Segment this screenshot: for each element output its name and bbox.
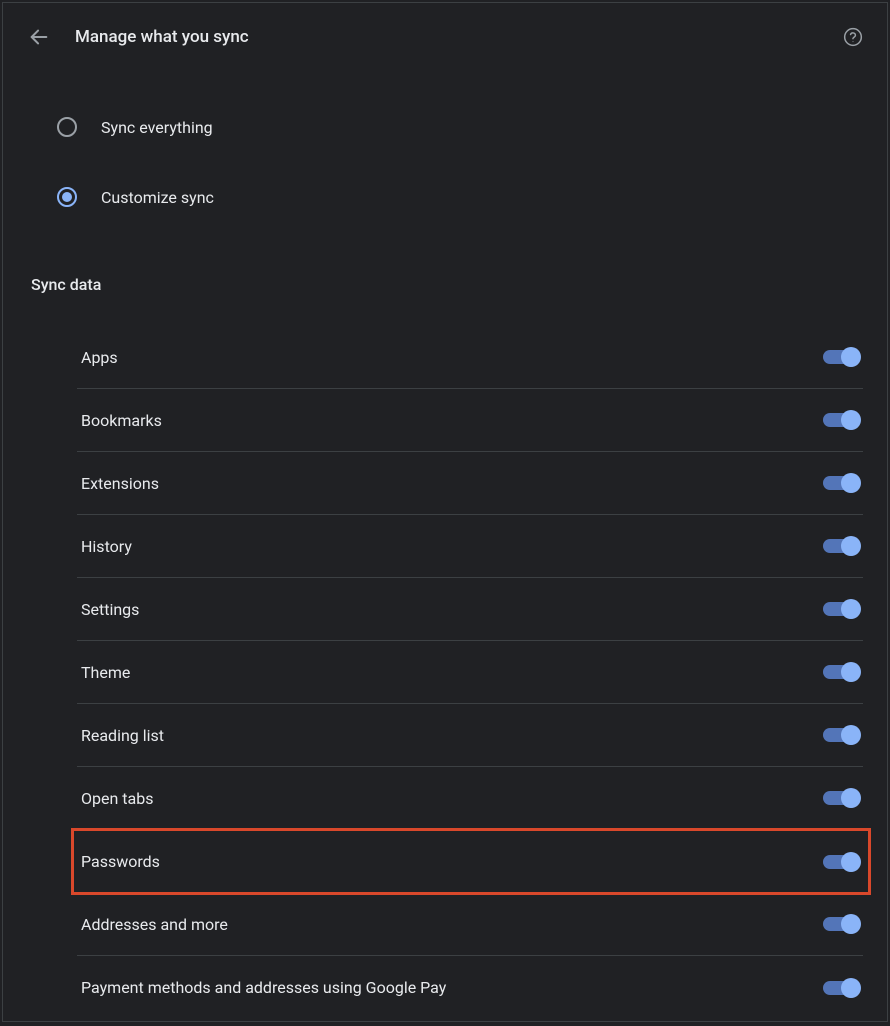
settings-panel: Manage what you sync Sync everything Cus…: [2, 2, 888, 1022]
radio-customize-sync[interactable]: Customize sync: [27, 173, 863, 221]
toggle-label: Payment methods and addresses using Goog…: [81, 978, 446, 997]
toggle-label: History: [81, 537, 132, 556]
toggle-label: Passwords: [81, 852, 160, 871]
toggle-switch[interactable]: [823, 917, 859, 931]
radio-icon: [57, 117, 77, 137]
toggle-row-theme: Theme: [77, 641, 863, 704]
sync-data-toggle-list: Apps Bookmarks Extensions History Settin…: [77, 326, 863, 1019]
radio-icon: [57, 187, 77, 207]
toggle-switch[interactable]: [823, 665, 859, 679]
toggle-label: Extensions: [81, 474, 159, 493]
toggle-label: Settings: [81, 600, 139, 619]
toggle-label: Reading list: [81, 726, 164, 745]
toggle-switch[interactable]: [823, 981, 859, 995]
toggle-row-extensions: Extensions: [77, 452, 863, 515]
header: Manage what you sync: [27, 25, 863, 49]
toggle-switch[interactable]: [823, 855, 859, 869]
toggle-label: Addresses and more: [81, 915, 228, 934]
toggle-row-history: History: [77, 515, 863, 578]
toggle-label: Bookmarks: [81, 411, 162, 430]
toggle-row-bookmarks: Bookmarks: [77, 389, 863, 452]
sync-mode-radio-group: Sync everything Customize sync: [27, 103, 863, 221]
toggle-row-open-tabs: Open tabs: [77, 767, 863, 830]
toggle-switch[interactable]: [823, 350, 859, 364]
toggle-row-apps: Apps: [77, 326, 863, 389]
radio-label: Customize sync: [101, 188, 214, 207]
toggle-label: Open tabs: [81, 789, 153, 808]
section-title-sync-data: Sync data: [31, 275, 863, 294]
page-title: Manage what you sync: [75, 27, 249, 47]
help-icon[interactable]: [843, 27, 863, 47]
toggle-row-reading-list: Reading list: [77, 704, 863, 767]
radio-sync-everything[interactable]: Sync everything: [27, 103, 863, 151]
toggle-switch[interactable]: [823, 539, 859, 553]
toggle-row-passwords: Passwords: [73, 830, 869, 893]
toggle-switch[interactable]: [823, 791, 859, 805]
toggle-row-settings: Settings: [77, 578, 863, 641]
toggle-switch[interactable]: [823, 728, 859, 742]
toggle-row-payment-methods: Payment methods and addresses using Goog…: [77, 956, 863, 1019]
header-left: Manage what you sync: [27, 25, 249, 49]
radio-label: Sync everything: [101, 118, 213, 137]
toggle-row-addresses: Addresses and more: [77, 893, 863, 956]
back-arrow-icon[interactable]: [27, 25, 51, 49]
toggle-label: Theme: [81, 663, 130, 682]
toggle-switch[interactable]: [823, 602, 859, 616]
toggle-switch[interactable]: [823, 413, 859, 427]
toggle-switch[interactable]: [823, 476, 859, 490]
toggle-label: Apps: [81, 348, 118, 367]
